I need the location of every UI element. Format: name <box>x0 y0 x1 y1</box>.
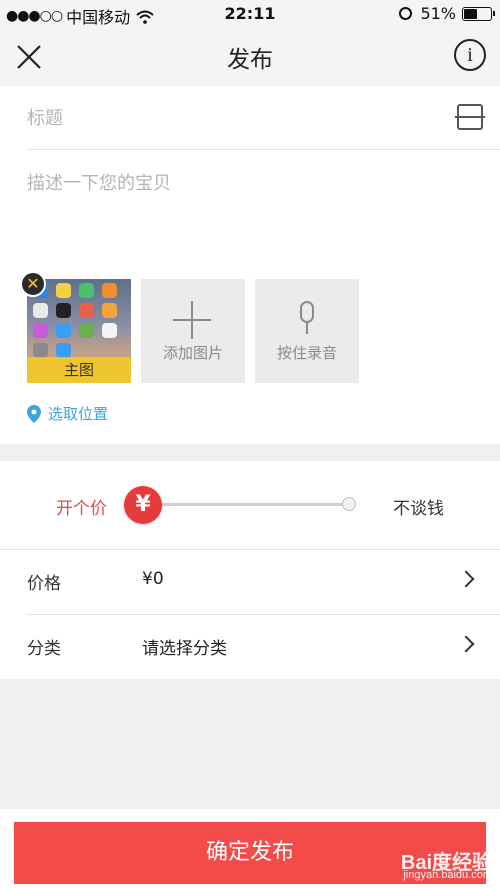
add-image-label: 添加图片 <box>162 344 223 362</box>
divider <box>27 149 500 150</box>
app-icon <box>33 303 48 318</box>
price-row[interactable]: 价格 ¥0 <box>0 549 500 614</box>
app-icon <box>79 323 94 338</box>
make-offer-label: 开个价 <box>56 499 107 519</box>
yen-icon[interactable]: ¥ <box>124 486 162 524</box>
app-icon <box>33 343 48 358</box>
title-input[interactable] <box>27 104 427 132</box>
listing-form: 主图 ✕ 添加图片 按住录音 选取位置 <box>0 86 500 444</box>
details-list: 价格 ¥0 分类 请选择分类 <box>0 549 500 679</box>
navigation-bar: 发布 i <box>0 28 500 86</box>
app-icon <box>79 283 94 298</box>
title-row <box>0 86 500 149</box>
price-mode-slider: 开个价 ¥ 不谈钱 <box>0 461 500 549</box>
hold-to-record-button[interactable]: 按住录音 <box>255 279 359 383</box>
watermark: Bai度经验 jingyan.baidu.com <box>400 852 492 881</box>
category-label: 分类 <box>27 639 61 659</box>
close-icon[interactable] <box>14 42 44 72</box>
watermark-brand: Bai度经验 <box>400 852 492 874</box>
main-image-label: 主图 <box>27 357 131 383</box>
info-icon[interactable]: i <box>454 39 486 71</box>
app-icon <box>56 303 71 318</box>
main-image-thumbnail[interactable]: 主图 <box>27 279 131 383</box>
app-icon <box>102 283 117 298</box>
price-label: 价格 <box>27 574 61 594</box>
app-icon <box>79 303 94 318</box>
battery-percent: 51% <box>420 4 456 23</box>
remove-image-icon[interactable]: ✕ <box>20 271 46 297</box>
location-label: 选取位置 <box>48 405 109 423</box>
add-image-button[interactable]: 添加图片 <box>141 279 245 383</box>
no-money-label: 不谈钱 <box>393 499 444 519</box>
divider <box>27 614 500 615</box>
location-pin-icon <box>27 404 41 423</box>
page-title: 发布 <box>227 47 273 73</box>
divider <box>0 549 500 550</box>
app-icon <box>102 323 117 338</box>
app-icon <box>56 283 71 298</box>
price-value: ¥0 <box>142 569 164 589</box>
slider-end-marker <box>342 497 356 511</box>
alarm-icon <box>399 7 413 20</box>
app-icon <box>56 343 71 358</box>
chevron-right-icon <box>457 635 475 653</box>
scan-icon[interactable] <box>455 104 485 130</box>
app-icon <box>56 323 71 338</box>
select-location-link[interactable]: 选取位置 <box>27 403 108 424</box>
app-icon <box>102 303 117 318</box>
watermark-url: jingyan.baidu.com <box>403 869 492 881</box>
category-value: 请选择分类 <box>142 639 227 659</box>
slider-track[interactable] <box>144 503 350 506</box>
plus-icon <box>191 301 193 339</box>
battery-icon <box>462 6 495 21</box>
description-input[interactable] <box>27 169 467 249</box>
hold-to-record-label: 按住录音 <box>276 344 337 362</box>
status-bar: ●●●○○ 中国移动 22:11 51% <box>0 0 500 28</box>
category-row[interactable]: 分类 请选择分类 <box>0 614 500 679</box>
battery-level-fill <box>464 8 478 19</box>
app-icon <box>33 323 48 338</box>
microphone-icon <box>300 301 314 334</box>
chevron-right-icon <box>457 570 475 588</box>
